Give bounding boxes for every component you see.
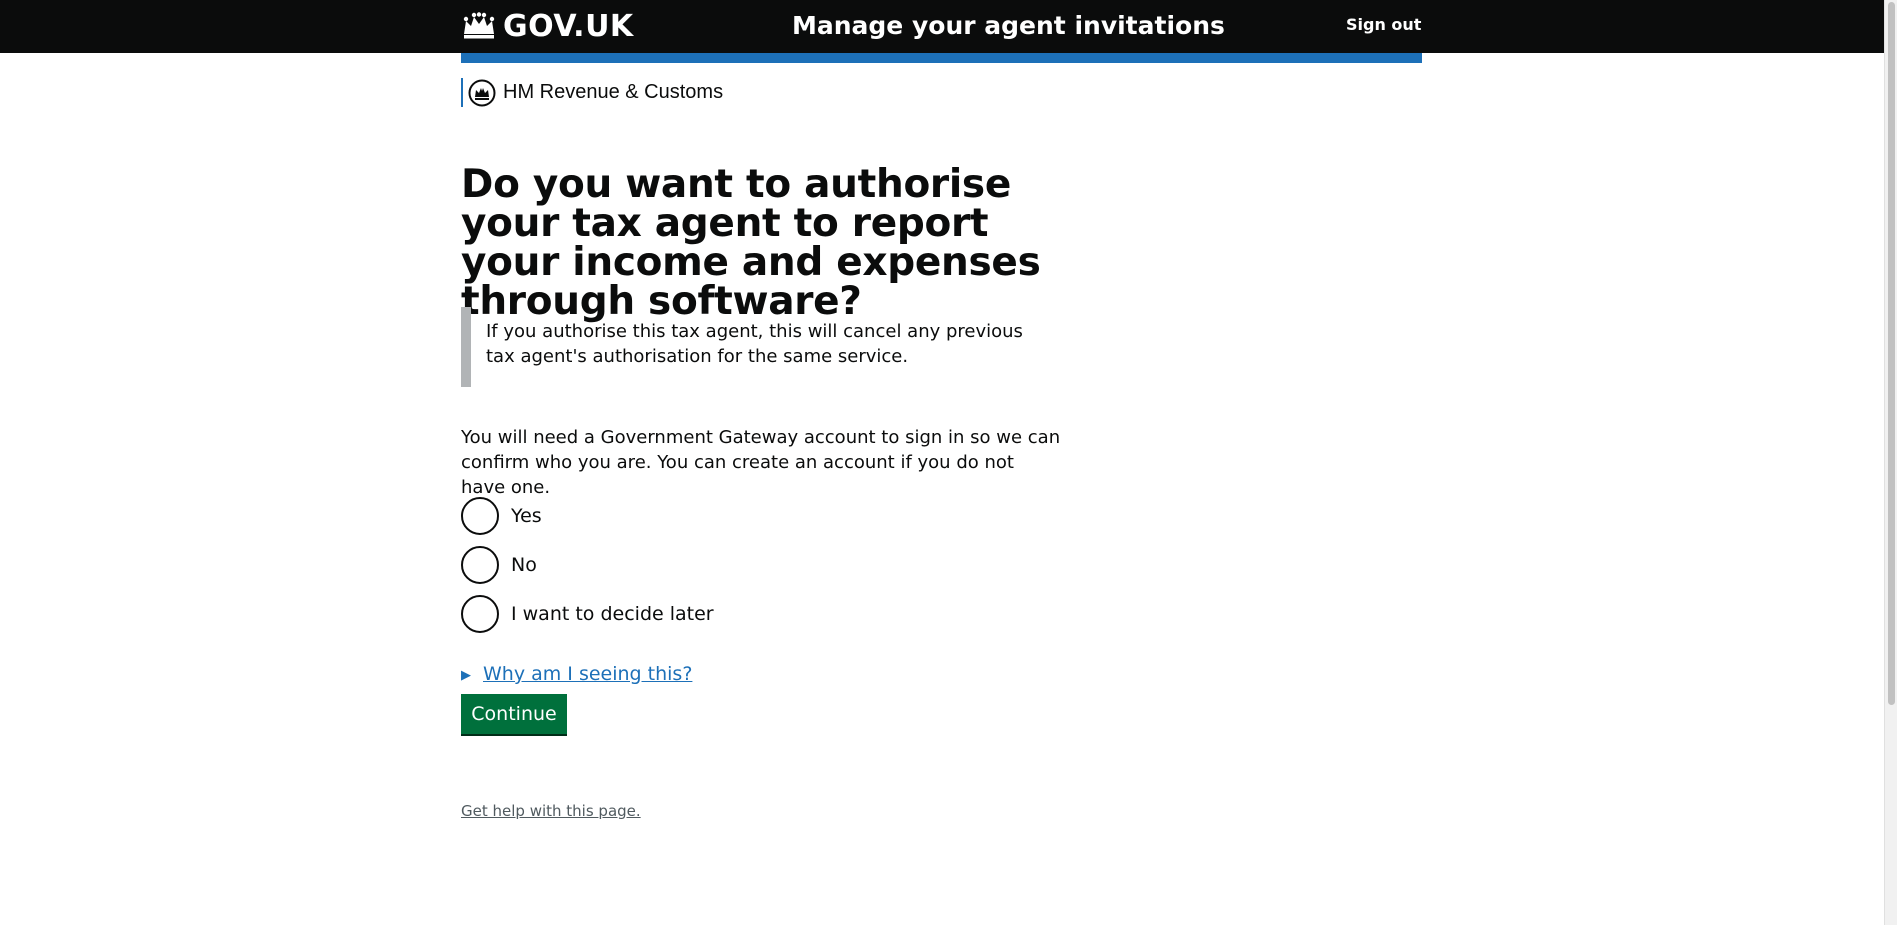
radio-yes[interactable]: Yes bbox=[461, 497, 542, 535]
why-details-summary[interactable]: ▶ Why am I seeing this? bbox=[461, 663, 692, 685]
details-summary-text[interactable]: Why am I seeing this? bbox=[483, 663, 692, 685]
radio-label-no: No bbox=[511, 554, 537, 576]
header-blue-bar bbox=[461, 53, 1422, 63]
radio-no[interactable]: No bbox=[461, 546, 537, 584]
radio-button-no[interactable] bbox=[461, 546, 499, 584]
service-name-link[interactable]: Manage your agent invitations bbox=[792, 9, 1225, 43]
govuk-logo-link[interactable]: GOV.UK bbox=[461, 6, 634, 46]
inset-text: If you authorise this tax agent, this wi… bbox=[461, 307, 1031, 387]
hmrc-organisation-banner: HM Revenue & Customs bbox=[461, 78, 723, 107]
radio-button-yes[interactable] bbox=[461, 497, 499, 535]
logo-text: GOV.UK bbox=[503, 8, 634, 44]
triangle-right-icon: ▶ bbox=[461, 668, 471, 683]
gateway-info-text: You will need a Government Gateway accou… bbox=[461, 427, 1061, 498]
hmrc-crest-icon bbox=[468, 79, 496, 106]
crown-icon bbox=[463, 12, 495, 39]
continue-button[interactable]: Continue bbox=[461, 694, 567, 734]
page-scrollbar[interactable] bbox=[1884, 0, 1897, 925]
scrollbar-thumb[interactable] bbox=[1888, 2, 1895, 705]
radio-button-decide-later[interactable] bbox=[461, 595, 499, 633]
page-heading: Do you want to authorise your tax agent … bbox=[461, 162, 1041, 324]
get-help-link[interactable]: Get help with this page. bbox=[461, 802, 641, 820]
sign-out-link[interactable]: Sign out bbox=[1346, 15, 1421, 34]
radio-decide-later[interactable]: I want to decide later bbox=[461, 595, 714, 633]
site-header: GOV.UK Manage your agent invitations Sig… bbox=[0, 0, 1884, 53]
organisation-name: HM Revenue & Customs bbox=[503, 81, 724, 103]
radio-label-decide-later: I want to decide later bbox=[511, 603, 714, 625]
radio-label-yes: Yes bbox=[511, 505, 542, 527]
